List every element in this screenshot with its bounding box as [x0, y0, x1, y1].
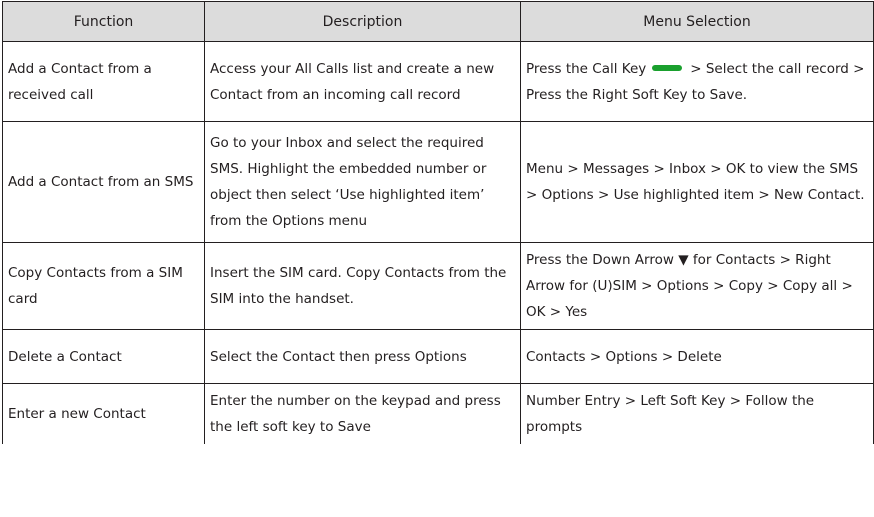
menu-selection-cell: Press the Call Key > Select the call reco…: [520, 41, 874, 122]
table-row: Add a Contact from a received call Acces…: [2, 41, 874, 122]
description-cell: Go to your Inbox and select the required…: [204, 121, 521, 243]
menu-selection-cell: Contacts > Options > Delete: [520, 329, 874, 384]
description-cell: Enter the number on the keypad and press…: [204, 383, 521, 444]
function-cell: Delete a Contact: [2, 329, 205, 384]
header-function: Function: [2, 1, 205, 42]
function-cell: Copy Contacts from a SIM card: [2, 242, 205, 330]
function-cell: Enter a new Contact: [2, 383, 205, 444]
green-call-key-icon: [652, 64, 683, 71]
header-description: Description: [204, 1, 521, 42]
table-row: Add a Contact from an SMS Go to your Inb…: [2, 121, 874, 243]
table-row: Delete a Contact Select the Contact then…: [2, 329, 874, 384]
description-cell: Access your All Calls list and create a …: [204, 41, 521, 122]
function-cell: Add a Contact from an SMS: [2, 121, 205, 243]
function-cell: Add a Contact from a received call: [2, 41, 205, 122]
description-cell: Insert the SIM card. Copy Contacts from …: [204, 242, 521, 330]
menu-selection-cell: Press the Down Arrow ▼ for Contacts > Ri…: [520, 242, 874, 330]
menu-selection-cell: Menu > Messages > Inbox > OK to view the…: [520, 121, 874, 243]
description-cell: Select the Contact then press Options: [204, 329, 521, 384]
menu-selection-cell: Number Entry > Left Soft Key > Follow th…: [520, 383, 874, 444]
header-menu-selection: Menu Selection: [520, 1, 874, 42]
table-header-row: Function Description Menu Selection: [2, 1, 874, 42]
table-row: Copy Contacts from a SIM card Insert the…: [2, 242, 874, 330]
contacts-function-table: Function Description Menu Selection Add …: [2, 1, 874, 444]
menu-text-before-icon: Press the Call Key: [526, 60, 647, 77]
table-row: Enter a new Contact Enter the number on …: [2, 383, 874, 444]
